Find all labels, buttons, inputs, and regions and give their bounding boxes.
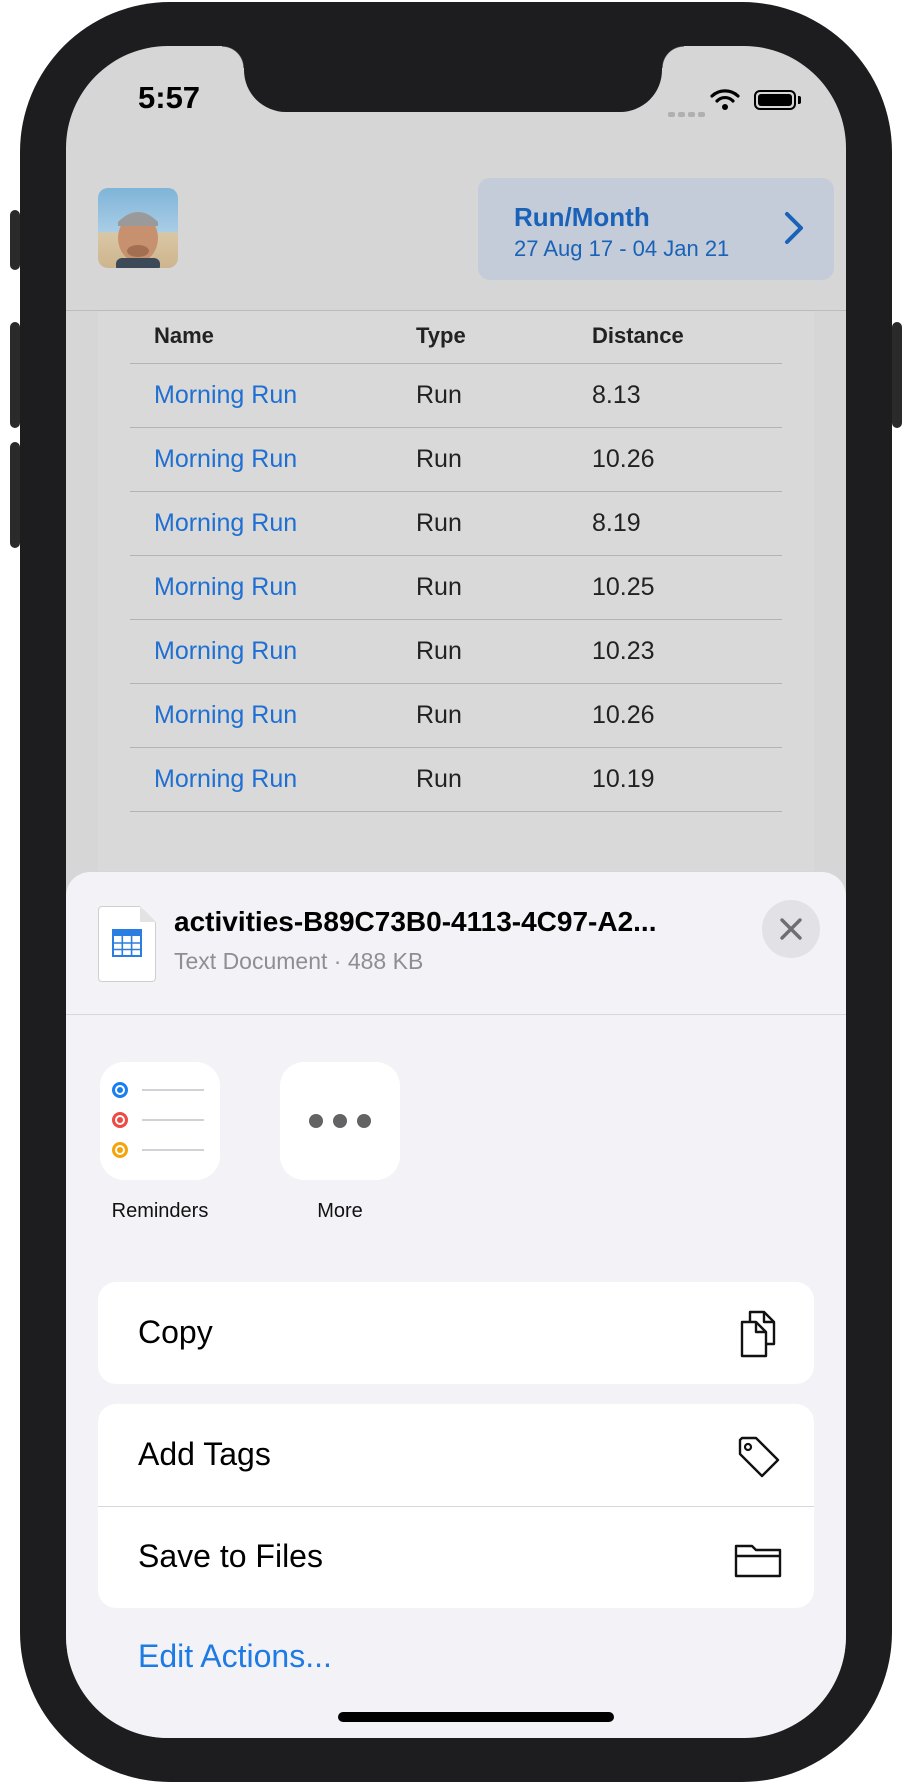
row-divider <box>130 427 782 428</box>
more-apps-button[interactable] <box>280 1062 400 1180</box>
activities-table: Name Type Distance Morning Run Run 8.13 … <box>98 311 814 871</box>
activity-name-link[interactable]: Morning Run <box>154 445 297 474</box>
activity-distance: 8.13 <box>592 381 641 409</box>
add-tags-action[interactable]: Add Tags <box>98 1404 814 1506</box>
folder-icon <box>734 1544 782 1578</box>
wifi-icon <box>710 89 740 110</box>
activity-name-link[interactable]: Morning Run <box>154 701 297 730</box>
save-to-files-action[interactable]: Save to Files <box>98 1506 814 1608</box>
file-actions-group: Add Tags Save to Files <box>98 1404 814 1608</box>
reminder-dot-orange <box>112 1142 128 1158</box>
table-row[interactable]: Morning Run Run 8.13 <box>98 363 814 427</box>
column-header-distance[interactable]: Distance <box>592 323 684 349</box>
status-time: 5:57 <box>138 80 201 115</box>
phone-frame: 5:57 Run/Month 27 Aug 17 - 04 Jan 21 Nam… <box>20 2 892 1782</box>
column-header-name[interactable]: Name <box>154 323 214 349</box>
activity-type: Run <box>416 637 462 665</box>
row-divider <box>130 619 782 620</box>
avatar-photo <box>116 212 160 268</box>
copy-action-group: Copy <box>98 1282 814 1384</box>
battery-icon <box>754 90 796 110</box>
battery-cap <box>798 96 801 104</box>
reminder-dot-blue <box>112 1082 128 1098</box>
screen: 5:57 Run/Month 27 Aug 17 - 04 Jan 21 Nam… <box>66 46 846 1738</box>
activity-type: Run <box>416 701 462 729</box>
table-row[interactable]: Morning Run Run 10.23 <box>98 619 814 683</box>
add-tags-label: Add Tags <box>138 1436 271 1472</box>
volume-down-button[interactable] <box>10 442 20 548</box>
copy-label: Copy <box>138 1314 213 1350</box>
run-month-nav-card[interactable]: Run/Month 27 Aug 17 - 04 Jan 21 <box>478 178 834 280</box>
activity-type: Run <box>416 381 462 409</box>
copy-icon <box>740 1310 776 1358</box>
column-header-type[interactable]: Type <box>416 323 466 349</box>
row-divider <box>130 555 782 556</box>
table-row[interactable]: Morning Run Run 8.19 <box>98 491 814 555</box>
activity-name-link[interactable]: Morning Run <box>154 573 297 602</box>
nav-card-date-range: 27 Aug 17 - 04 Jan 21 <box>514 236 730 261</box>
row-divider <box>130 363 782 364</box>
signal-icon <box>668 104 708 122</box>
more-label: More <box>317 1200 363 1222</box>
activity-name-link[interactable]: Morning Run <box>154 381 297 410</box>
volume-up-button[interactable] <box>10 322 20 428</box>
activity-type: Run <box>416 765 462 793</box>
reminders-label: Reminders <box>111 1200 209 1222</box>
edit-actions-link[interactable]: Edit Actions... <box>138 1638 332 1675</box>
table-row <box>98 811 814 875</box>
reminders-app-button[interactable] <box>100 1062 220 1180</box>
avatar[interactable] <box>98 188 178 268</box>
copy-action[interactable]: Copy <box>98 1282 814 1384</box>
activity-distance: 10.26 <box>592 445 655 473</box>
activity-type: Run <box>416 573 462 601</box>
tag-icon <box>738 1436 780 1478</box>
chevron-right-icon <box>785 212 803 244</box>
close-icon <box>780 918 802 940</box>
action-divider <box>98 1506 814 1507</box>
table-header: Name Type Distance <box>98 311 814 363</box>
home-indicator[interactable] <box>338 1712 614 1722</box>
row-divider <box>130 811 782 812</box>
file-name: activities-B89C73B0-4113-4C97-A2... <box>174 906 657 937</box>
file-meta: Text Document · 488 KB <box>174 948 424 974</box>
row-divider <box>130 747 782 748</box>
activity-distance: 10.25 <box>592 573 655 601</box>
activity-type: Run <box>416 509 462 537</box>
activity-name-link[interactable]: Morning Run <box>154 509 297 538</box>
table-row[interactable]: Morning Run Run 10.19 <box>98 747 814 811</box>
spreadsheet-document-icon <box>98 906 156 982</box>
close-button[interactable] <box>762 900 820 958</box>
grid-icon <box>112 929 142 957</box>
table-row[interactable]: Morning Run Run 10.26 <box>98 427 814 491</box>
row-divider <box>130 683 782 684</box>
notch <box>222 46 684 112</box>
activity-name-link[interactable]: Morning Run <box>154 765 297 794</box>
power-button[interactable] <box>892 322 902 428</box>
activity-distance: 10.23 <box>592 637 655 665</box>
row-divider <box>130 491 782 492</box>
reminder-dot-red <box>112 1112 128 1128</box>
activity-distance: 8.19 <box>592 509 641 537</box>
table-row[interactable]: Morning Run Run 10.25 <box>98 555 814 619</box>
activity-name-link[interactable]: Morning Run <box>154 637 297 666</box>
table-row[interactable]: Morning Run Run 10.26 <box>98 683 814 747</box>
share-sheet: activities-B89C73B0-4113-4C97-A2... Text… <box>66 872 846 1738</box>
activity-distance: 10.26 <box>592 701 655 729</box>
nav-card-title: Run/Month <box>514 202 650 232</box>
save-to-files-label: Save to Files <box>138 1538 323 1574</box>
activity-type: Run <box>416 445 462 473</box>
sheet-divider <box>66 1014 846 1015</box>
silent-switch[interactable] <box>10 210 20 270</box>
activity-distance: 10.19 <box>592 765 655 793</box>
